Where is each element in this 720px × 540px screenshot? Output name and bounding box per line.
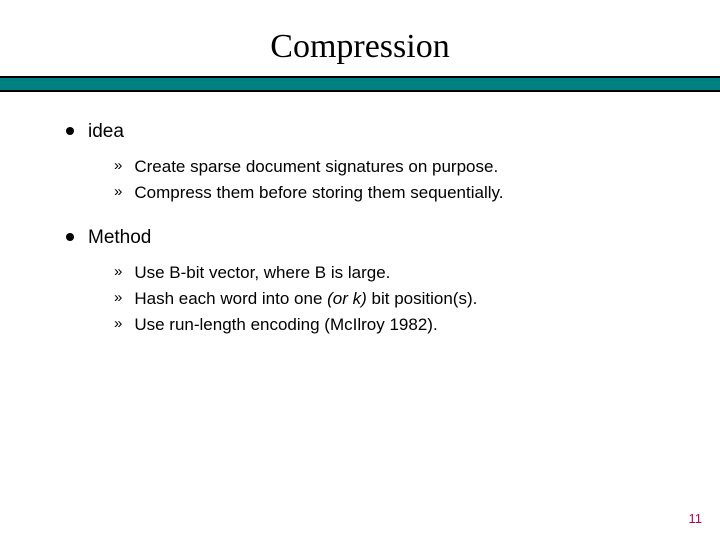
bullet-idea: idea (66, 120, 670, 144)
chevron-icon: » (114, 289, 122, 306)
slide-title: Compression (0, 0, 720, 76)
sub-item: » Create sparse document signatures on p… (114, 156, 670, 178)
bullet-idea-sublist: » Create sparse document signatures on p… (66, 150, 670, 226)
slide-body: idea » Create sparse document signatures… (0, 92, 720, 358)
chevron-icon: » (114, 157, 122, 174)
bullet-method-sublist: » Use B-bit vector, where B is large. » … (66, 256, 670, 358)
slide: Compression idea » Create sparse documen… (0, 0, 720, 540)
sub-item: » Compress them before storing them sequ… (114, 182, 670, 204)
chevron-icon: » (114, 315, 122, 332)
page-number: 11 (689, 511, 703, 526)
bullet-dot-icon (66, 233, 74, 241)
sub-item: » Use run-length encoding (McIlroy 1982)… (114, 314, 670, 336)
sub-item: » Use B-bit vector, where B is large. (114, 262, 670, 284)
sub-item: » Hash each word into one (or k) bit pos… (114, 288, 670, 310)
bullet-label: Method (88, 226, 151, 250)
bullet-label: idea (88, 120, 124, 144)
sub-item-text: Create sparse document signatures on pur… (134, 156, 498, 178)
bullet-method: Method (66, 226, 670, 250)
sub-item-text: Hash each word into one (or k) bit posit… (134, 288, 477, 310)
title-divider (0, 76, 720, 92)
sub-item-text: Use run-length encoding (McIlroy 1982). (134, 314, 437, 336)
chevron-icon: » (114, 263, 122, 280)
sub-item-text: Compress them before storing them sequen… (134, 182, 503, 204)
sub-item-text: Use B-bit vector, where B is large. (134, 262, 390, 284)
bullet-dot-icon (66, 127, 74, 135)
chevron-icon: » (114, 183, 122, 200)
